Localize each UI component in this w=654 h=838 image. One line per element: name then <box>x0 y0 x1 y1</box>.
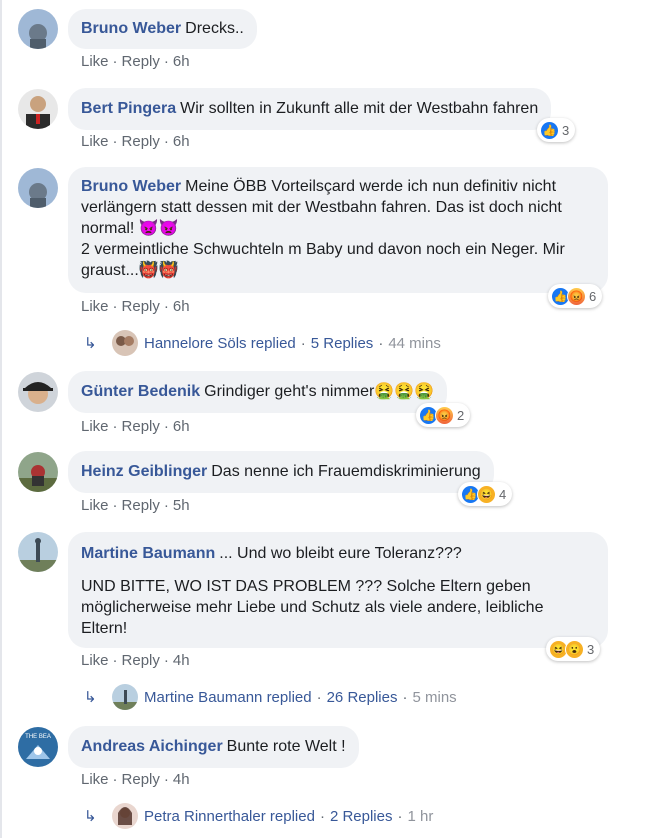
reply-link[interactable]: Reply <box>122 53 160 70</box>
reaction-summary[interactable]: 👍 😆 4 <box>458 482 513 506</box>
comment-text: normal! 👿👿 <box>81 220 179 237</box>
view-replies-link[interactable]: ↳ Hannelore Söls replied · 5 Replies · 4… <box>84 330 441 356</box>
like-link[interactable]: Like <box>81 652 109 669</box>
reply-count[interactable]: 2 Replies <box>330 808 393 825</box>
avatar <box>112 684 138 710</box>
reaction-summary[interactable]: 👍 😡 6 <box>548 284 603 308</box>
comment-author[interactable]: Martine Baumann <box>81 545 215 562</box>
comment-text: Drecks.. <box>185 20 244 37</box>
comment-actions: Like · Reply · 6h <box>81 53 190 70</box>
reaction-summary[interactable]: 👍 3 <box>537 118 576 142</box>
avatar <box>112 330 138 356</box>
comment-text: ... Und wo bleibt eure Toleranz??? <box>219 545 462 562</box>
comment-author[interactable]: Bruno Weber <box>81 178 181 195</box>
comment-text: Eltern! <box>81 620 128 637</box>
comment-bubble: Bert Pingera Wir sollten in Zukunft alle … <box>68 88 552 130</box>
reply-time: 5 mins <box>412 688 457 706</box>
comment-text: 2 vermeintliche Schwuchteln m Baby und d… <box>81 241 565 258</box>
timestamp[interactable]: 4h <box>173 771 190 788</box>
view-replies-link[interactable]: ↳ Martine Baumann replied · 26 Replies ·… <box>84 684 457 710</box>
avatar[interactable] <box>18 452 58 492</box>
timestamp[interactable]: 6h <box>173 133 190 150</box>
comment-text: verlängern statt dessen mit der Westbahn… <box>81 199 562 216</box>
like-link[interactable]: Like <box>81 418 109 435</box>
comment-bubble: Martine Baumann... Und wo bleibt eure To… <box>68 532 608 648</box>
comment-text: möglicherweise mehr Liebe und Schutz als… <box>81 599 544 616</box>
view-replies-link[interactable]: ↳ Petra Rinnerthaler replied · 2 Replies… <box>84 803 433 829</box>
comment-author[interactable]: Bert Pingera <box>81 100 176 117</box>
comment-author[interactable]: Bruno Weber <box>81 20 181 37</box>
reply-link[interactable]: Reply <box>122 771 160 788</box>
reply-link[interactable]: Reply <box>122 652 160 669</box>
comment-actions: Like · Reply · 6h <box>81 418 190 435</box>
replier-name[interactable]: Hannelore Söls replied <box>144 335 296 352</box>
comment-text: Das nenne ich Frauemdiskriminierung <box>211 463 481 480</box>
reply-arrow-icon: ↳ <box>84 335 97 352</box>
like-link[interactable]: Like <box>81 298 109 315</box>
reaction-count: 2 <box>457 407 465 423</box>
reply-link[interactable]: Reply <box>122 133 160 150</box>
comment-author[interactable]: Andreas Aichinger <box>81 738 223 755</box>
avatar[interactable] <box>18 532 58 572</box>
comment-bubble: Bruno Weber Meine ÖBB Vorteilsçard werde … <box>68 167 608 293</box>
like-link[interactable]: Like <box>81 53 109 70</box>
timestamp[interactable]: 6h <box>173 298 190 315</box>
reply-arrow-icon: ↳ <box>84 808 97 825</box>
avatar[interactable] <box>18 372 58 412</box>
reaction-count: 3 <box>587 641 595 657</box>
avatar[interactable]: THE BEA <box>18 727 58 767</box>
comment-bubble: Bruno Weber Drecks.. <box>68 9 257 49</box>
comment-text: UND BITTE, WO IST DAS PROBLEM ??? Solche… <box>81 578 531 595</box>
avatar[interactable] <box>18 168 58 208</box>
reaction-summary[interactable]: 👍 😡 2 <box>416 403 471 427</box>
angry-reaction-icon: 😡 <box>567 286 586 306</box>
avatar[interactable] <box>18 9 58 49</box>
timestamp[interactable]: 6h <box>173 418 190 435</box>
replier-name[interactable]: Martine Baumann replied <box>144 689 312 706</box>
comment-actions: Like · Reply · 4h <box>81 652 190 669</box>
reply-count[interactable]: 5 Replies <box>311 335 374 352</box>
comment-author[interactable]: Günter Bedenik <box>81 383 200 400</box>
haha-reaction-icon: 😆 <box>477 484 496 504</box>
comment-author[interactable]: Heinz Geiblinger <box>81 463 207 480</box>
comment-text: Bunte rote Welt ! <box>226 738 346 755</box>
reaction-count: 6 <box>589 288 597 304</box>
wow-reaction-icon: 😮 <box>565 639 584 659</box>
reply-link[interactable]: Reply <box>122 418 160 435</box>
comment-actions: Like · Reply · 6h <box>81 298 190 315</box>
reply-time: 44 mins <box>388 334 441 352</box>
comment-bubble: Andreas Aichinger Bunte rote Welt ! <box>68 726 359 768</box>
timestamp[interactable]: 6h <box>173 53 190 70</box>
reaction-count: 3 <box>562 122 570 138</box>
like-link[interactable]: Like <box>81 771 109 788</box>
timestamp[interactable]: 5h <box>173 497 190 514</box>
timestamp[interactable]: 4h <box>173 652 190 669</box>
reply-link[interactable]: Reply <box>122 497 160 514</box>
like-reaction-icon: 👍 <box>540 120 559 140</box>
comment-actions: Like · Reply · 6h <box>81 133 190 150</box>
left-border <box>0 0 2 838</box>
like-link[interactable]: Like <box>81 133 109 150</box>
comment-bubble: Heinz Geiblinger Das nenne ich Frauemdisk… <box>68 451 494 493</box>
reaction-summary[interactable]: 😆 😮 3 <box>546 637 601 661</box>
reaction-count: 4 <box>499 486 507 502</box>
reply-arrow-icon: ↳ <box>84 689 97 706</box>
comment-text: graust...👹👹 <box>81 262 179 279</box>
avatar-logo-text: THE BEA <box>25 734 51 740</box>
angry-reaction-icon: 😡 <box>435 405 454 425</box>
comment-text: Grindiger geht's nimmer🤮🤮🤮 <box>204 383 435 400</box>
reply-link[interactable]: Reply <box>122 298 160 315</box>
comment-text: Meine ÖBB Vorteilsçard werde ich nun def… <box>185 178 557 195</box>
comment-actions: Like · Reply · 5h <box>81 497 190 514</box>
replier-name[interactable]: Petra Rinnerthaler replied <box>144 808 315 825</box>
comment-actions: Like · Reply · 4h <box>81 771 190 788</box>
reply-time: 1 hr <box>407 807 434 825</box>
comment-text: Wir sollten in Zukunft alle mit der West… <box>180 100 539 117</box>
reply-count[interactable]: 26 Replies <box>327 689 398 706</box>
comment-bubble: Günter Bedenik Grindiger geht's nimmer🤮🤮🤮 <box>68 371 448 413</box>
like-link[interactable]: Like <box>81 497 109 514</box>
avatar[interactable] <box>18 89 58 129</box>
avatar <box>112 803 138 829</box>
